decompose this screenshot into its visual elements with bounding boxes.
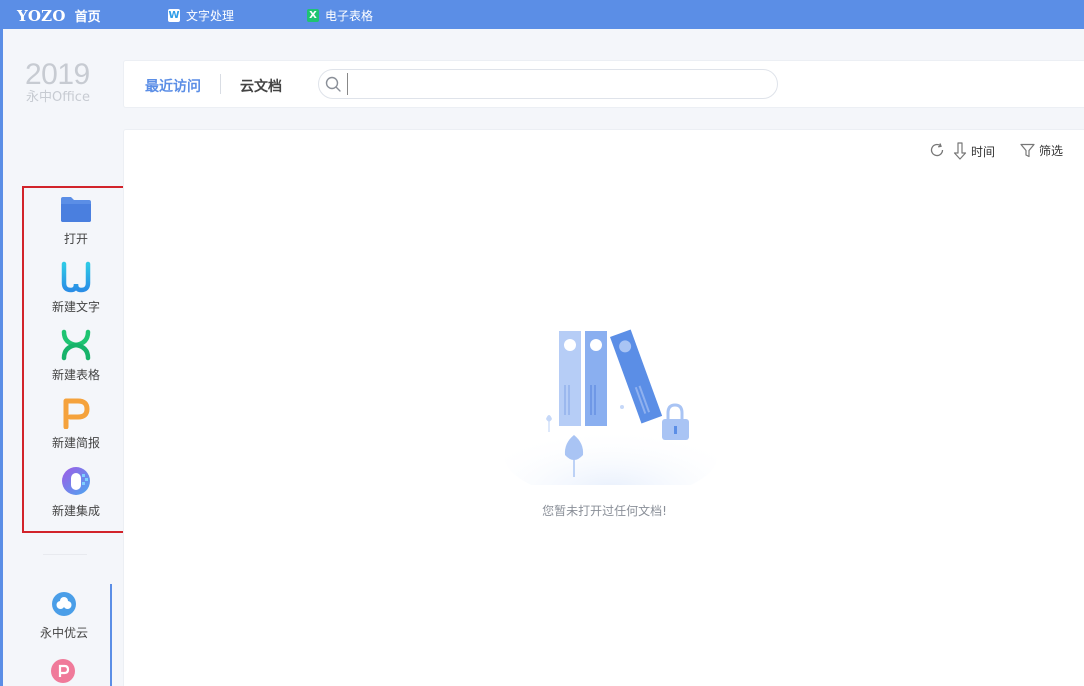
new-document-icon [60, 261, 92, 293]
refresh-icon [930, 143, 944, 157]
version-name: 永中Office [26, 90, 90, 105]
pdf-button[interactable] [51, 659, 75, 686]
yozo-cloud-icon [52, 592, 76, 620]
search-input[interactable] [347, 73, 777, 95]
title-bar: YOZO 首页 W 文字处理 X 电子表格 [0, 0, 1084, 29]
open-label: 打开 [63, 232, 88, 246]
filter-icon [1020, 143, 1035, 158]
spreadsheet-icon: X [307, 9, 319, 22]
home-tab[interactable]: YOZO 首页 [17, 6, 101, 26]
refresh-button[interactable] [929, 142, 945, 158]
search-box[interactable] [318, 69, 778, 99]
sort-by-time-button[interactable]: 时间 [953, 142, 995, 160]
version-badge: 2019 永中Office [25, 60, 105, 106]
new-integrated-button[interactable]: 新建集成 [24, 465, 128, 527]
file-header: 最近访问 云文档 [123, 60, 1084, 108]
new-actions-group: 打开 新建文字 新建表格 新建简报 新建集成 [22, 186, 130, 533]
tab-recent[interactable]: 最近访问 [145, 76, 201, 96]
sort-down-arrow-icon [953, 142, 967, 160]
new-document-button[interactable]: 新建文字 [24, 261, 128, 323]
recent-files-panel: 时间 筛选 您暂未打开过任何文档! [123, 129, 1084, 686]
yozo-cloud-button[interactable]: 永中优云 [22, 592, 106, 641]
empty-folders-illustration [504, 329, 718, 485]
tab-spreadsheet[interactable]: X 电子表格 [307, 7, 373, 24]
folder-icon [60, 193, 92, 225]
word-doc-icon: W [168, 9, 180, 22]
sidebar: 2019 永中Office 打开 新建文字 新建表格 新建简报 新建集成 永中优… [3, 29, 130, 686]
sidebar-divider [43, 554, 87, 555]
new-spreadsheet-label: 新建表格 [51, 368, 100, 382]
pdf-icon [51, 659, 75, 683]
search-icon [325, 76, 341, 92]
empty-state-message: 您暂未打开过任何文档! [542, 504, 667, 518]
new-presentation-icon [60, 397, 92, 429]
filter-label: 筛选 [1039, 144, 1064, 158]
yozo-cloud-label: 永中优云 [39, 626, 88, 640]
yozo-logo: YOZO [17, 6, 66, 25]
open-button[interactable]: 打开 [24, 193, 128, 255]
new-spreadsheet-icon [60, 329, 92, 361]
sort-by-time-label: 时间 [971, 144, 996, 159]
version-year: 2019 [25, 58, 90, 91]
tab-separator [220, 74, 221, 94]
tab-cloud-documents[interactable]: 云文档 [240, 76, 282, 96]
new-spreadsheet-button[interactable]: 新建表格 [24, 329, 128, 391]
new-presentation-button[interactable]: 新建简报 [24, 397, 128, 459]
home-tab-label: 首页 [74, 10, 101, 25]
new-document-label: 新建文字 [51, 300, 100, 314]
new-integrated-label: 新建集成 [51, 504, 100, 518]
sidebar-scrollbar[interactable] [110, 584, 112, 686]
new-integrated-icon [60, 465, 92, 497]
tab-spreadsheet-label: 电子表格 [325, 9, 374, 23]
tab-word-processing[interactable]: W 文字处理 [168, 7, 234, 24]
tab-word-processing-label: 文字处理 [186, 9, 235, 23]
new-presentation-label: 新建简报 [51, 436, 100, 450]
filter-button[interactable]: 筛选 [1020, 142, 1063, 159]
